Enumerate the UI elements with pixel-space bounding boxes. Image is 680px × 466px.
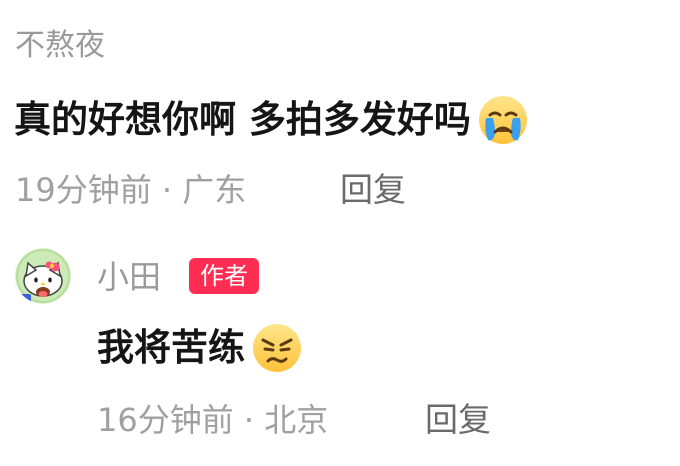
avatar[interactable] <box>15 248 71 304</box>
comment-timestamp-location: 19分钟前 · 广东 <box>15 171 247 209</box>
hello-kitty-avatar <box>15 248 71 304</box>
comment-text-content: 真的好想你啊 多拍多发好吗 <box>14 98 471 141</box>
comment-reply-button[interactable]: 回复 <box>340 170 406 210</box>
comment-username[interactable]: 不熬夜 <box>15 28 105 64</box>
author-badge: 作者 <box>189 258 259 294</box>
reply-username[interactable]: 小田 <box>97 259 161 295</box>
reply-reply-button[interactable]: 回复 <box>425 400 491 440</box>
comment-text: 真的好想你啊 多拍多发好吗 <box>14 94 529 146</box>
reply-text-content: 我将苦练 <box>97 326 245 369</box>
reply-timestamp-location: 16分钟前 · 北京 <box>97 401 329 439</box>
determined-face-icon <box>253 324 301 372</box>
reply-text: 我将苦练 <box>97 322 303 374</box>
crying-face-icon <box>478 96 527 144</box>
